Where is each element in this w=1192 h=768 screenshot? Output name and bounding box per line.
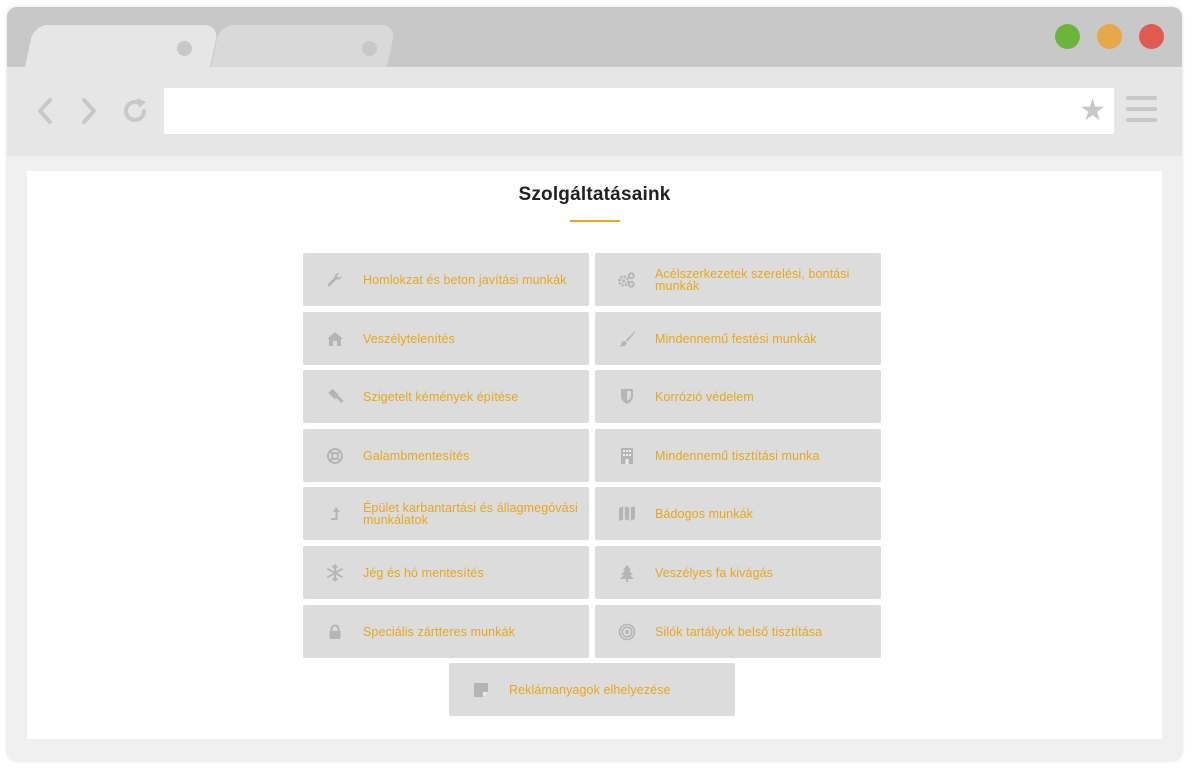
tab-close-icon[interactable] [362, 41, 377, 56]
title-bar [7, 7, 1182, 67]
star-icon[interactable]: ★ [1079, 95, 1106, 127]
service-card-label: Bádogos munkák [655, 506, 753, 521]
service-card[interactable]: Galambmentesítés [303, 429, 589, 482]
service-card[interactable]: Veszélyes fa kivágás [595, 546, 881, 599]
service-card-label: Veszélyes fa kivágás [655, 565, 774, 580]
service-card[interactable]: Reklámanyagok elhelyezése [449, 663, 735, 716]
service-card-label: Galambmentesítés [363, 448, 470, 463]
service-card-label: Veszélytelenítés [363, 331, 455, 346]
service-card-label: Homlokzat és beton javítási munkák [363, 272, 567, 287]
browser-window: ★ Szolgáltatásaink Homlokzat és beton ja… [7, 7, 1182, 761]
service-card[interactable]: Acélszerkezetek szerelési, bontási munká… [595, 253, 881, 306]
service-card[interactable]: Homlokzat és beton javítási munkák [303, 253, 589, 306]
service-card[interactable]: Épület karbantartási és állagmegóvási mu… [303, 487, 589, 540]
snowflake-icon [325, 563, 344, 582]
page-title: Szolgáltatásaink [518, 184, 671, 205]
service-card[interactable]: Veszélytelenítés [303, 312, 589, 365]
sticky-note-icon [471, 680, 490, 699]
service-card[interactable]: Bádogos munkák [595, 487, 881, 540]
lock-icon [325, 622, 344, 641]
building-icon [617, 446, 636, 465]
hamburger-menu-icon[interactable] [1126, 96, 1157, 126]
forward-icon[interactable] [71, 93, 107, 129]
tree-icon [617, 563, 636, 582]
lifebuoy-icon [325, 446, 344, 465]
level-up-arrow-icon [325, 504, 344, 523]
service-card-label: Épület karbantartási és állagmegóvási mu… [363, 500, 578, 527]
tab-close-icon[interactable] [177, 41, 192, 56]
reload-icon[interactable] [117, 93, 153, 129]
service-card[interactable]: Mindennemű festési munkák [595, 312, 881, 365]
back-icon[interactable] [27, 93, 63, 129]
service-card-label: Szigetelt kémények építése [363, 389, 519, 404]
browser-toolbar: ★ [7, 67, 1182, 156]
window-maximize-button[interactable] [1055, 24, 1080, 49]
target-icon [617, 622, 636, 641]
shield-icon [617, 387, 636, 406]
title-underline [570, 220, 620, 222]
home-icon [325, 329, 344, 348]
service-card[interactable]: Jég és hó mentesítés [303, 546, 589, 599]
service-card[interactable]: Silók tartályok belső tisztítása [595, 605, 881, 658]
wrench-icon [325, 270, 344, 289]
gavel-icon [325, 387, 344, 406]
service-card[interactable]: Speciális zártteres munkák [303, 605, 589, 658]
window-minimize-button[interactable] [1097, 24, 1122, 49]
page-content: Szolgáltatásaink Homlokzat és beton javí… [27, 171, 1162, 739]
service-card[interactable]: Korrózió védelem [595, 370, 881, 423]
service-card-label: Reklámanyagok elhelyezése [509, 682, 671, 697]
service-card-label: Speciális zártteres munkák [363, 624, 515, 639]
service-card-label: Mindennemű tisztítási munka [655, 448, 820, 463]
service-card-label: Silók tartályok belső tisztítása [655, 624, 823, 639]
gears-icon [617, 270, 636, 289]
map-icon [617, 504, 636, 523]
service-card-label: Acélszerkezetek szerelési, bontási munká… [655, 266, 850, 293]
service-card[interactable]: Szigetelt kémények építése [303, 370, 589, 423]
address-bar[interactable]: ★ [164, 88, 1114, 134]
service-card-label: Korrózió védelem [655, 389, 754, 404]
service-card-label: Mindennemű festési munkák [655, 331, 817, 346]
window-close-button[interactable] [1139, 24, 1164, 49]
paintbrush-icon [617, 329, 636, 348]
service-card[interactable]: Mindennemű tisztítási munka [595, 429, 881, 482]
service-card-label: Jég és hó mentesítés [363, 565, 484, 580]
